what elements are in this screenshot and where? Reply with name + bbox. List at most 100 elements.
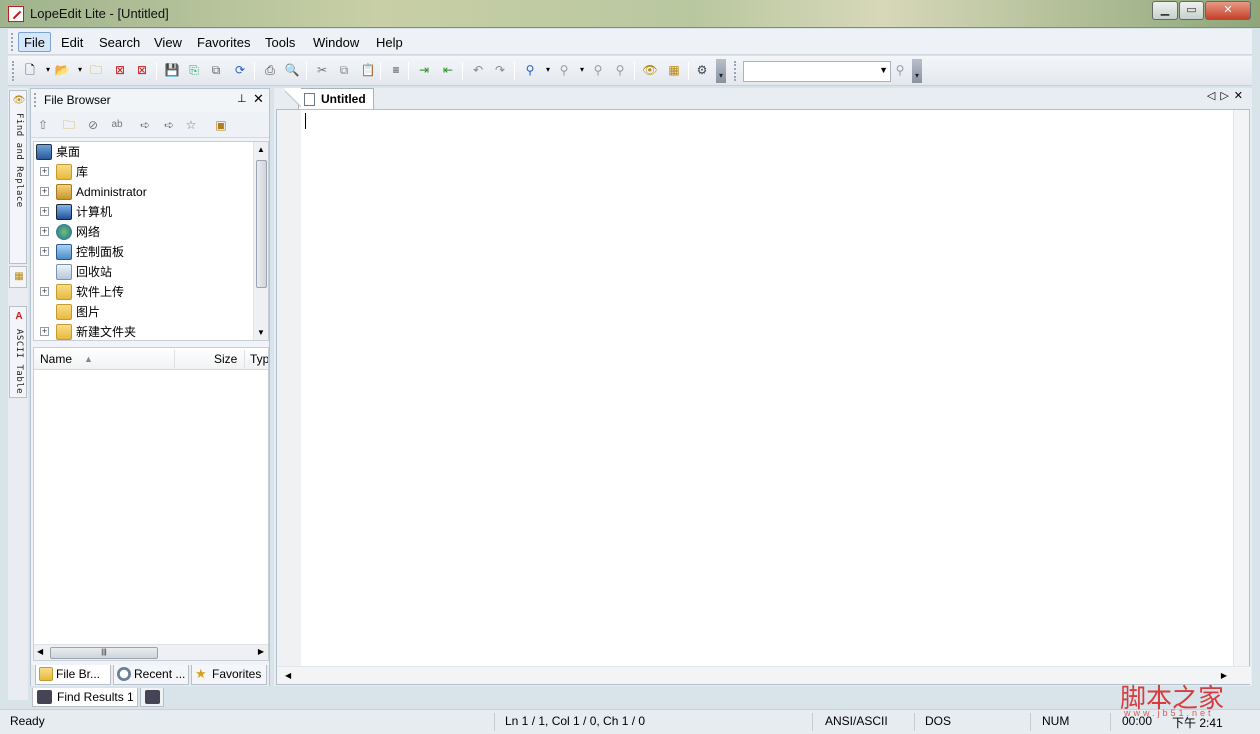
align-icon[interactable]: ≡	[388, 62, 404, 78]
menu-tools[interactable]: Tools	[259, 32, 301, 52]
close-document-icon[interactable]: ✕	[1234, 90, 1248, 102]
forward-icon[interactable]: ➪	[137, 117, 153, 133]
expand-icon[interactable]: +	[40, 287, 49, 296]
file-list-horizontal-scrollbar[interactable]: ◀ ||| ▶	[34, 644, 268, 660]
expand-icon[interactable]: +	[40, 327, 49, 336]
expand-icon[interactable]: +	[40, 207, 49, 216]
menu-search[interactable]: Search	[93, 32, 146, 52]
indent-icon[interactable]: ⇥	[416, 62, 432, 78]
tab-favorites[interactable]: ★ Favorites	[191, 665, 267, 685]
replace-icon[interactable]: ⚲	[612, 62, 628, 78]
find-prev-icon[interactable]: ⚲	[590, 62, 606, 78]
status-encoding[interactable]: ANSI/ASCII	[825, 714, 888, 728]
find-next-icon[interactable]: ⚲	[556, 62, 572, 78]
reload-icon[interactable]: ⟳	[232, 62, 248, 78]
browse-up-icon[interactable]: ⇧	[35, 117, 51, 133]
expand-icon[interactable]: +	[40, 227, 49, 236]
scroll-thumb[interactable]: |||	[50, 647, 158, 659]
column-size[interactable]: Size	[214, 352, 237, 366]
expand-icon[interactable]: +	[40, 167, 49, 176]
tab-output[interactable]	[140, 688, 164, 707]
search-combo[interactable]: ▼	[743, 61, 891, 82]
tree-vertical-scrollbar[interactable]: ▲ ▼	[253, 142, 268, 340]
scroll-right-icon[interactable]: ▶	[258, 647, 264, 656]
tab-recent[interactable]: Recent ...	[113, 665, 189, 685]
find-replace-panel-icon[interactable]: 👁	[642, 62, 658, 78]
expand-icon[interactable]: +	[40, 187, 49, 196]
panel-close-button[interactable]: ✕	[253, 91, 264, 107]
column-type[interactable]: Typ	[250, 352, 268, 366]
tab-next-icon[interactable]: ▷	[1220, 90, 1233, 102]
clock-icon	[117, 667, 131, 681]
toolbar-separator	[514, 62, 515, 80]
cut-icon[interactable]: ✂	[314, 62, 330, 78]
new-file-icon[interactable]: 🗋	[22, 62, 38, 78]
find-dropdown-icon[interactable]: ▾	[540, 62, 556, 78]
tab-prev-icon[interactable]: ◁	[1207, 90, 1220, 102]
toolbar-overflow-icon[interactable]: ▾	[716, 59, 726, 83]
print-icon[interactable]: ⎙	[262, 62, 278, 78]
menu-help[interactable]: Help	[370, 32, 409, 52]
open-file-icon[interactable]: 📂	[54, 62, 70, 78]
save-all-icon[interactable]: ⧉	[208, 62, 224, 78]
copy-icon[interactable]: ⧉	[336, 62, 352, 78]
file-browser-toolbar: ⇧ 🗀 ⊘ ab ➪ ➪ ☆ ▣	[31, 112, 269, 138]
tab-find-results[interactable]: Find Results 1	[32, 688, 138, 707]
menu-window[interactable]: Window	[307, 32, 365, 52]
find-icon[interactable]: ⚲	[522, 62, 538, 78]
delete-icon[interactable]: ⊘	[85, 117, 101, 133]
new-folder-icon[interactable]: 🗀	[61, 117, 77, 133]
restore-button[interactable]: ▭	[1179, 1, 1204, 20]
options-icon[interactable]: ⚙	[694, 62, 710, 78]
save-icon[interactable]: 💾	[164, 62, 180, 78]
text-editor[interactable]: ◀ ▶	[276, 109, 1251, 685]
scroll-left-icon[interactable]: ◀	[285, 671, 291, 680]
menu-favorites[interactable]: Favorites	[191, 32, 256, 52]
column-divider[interactable]	[244, 350, 245, 368]
find-next-dropdown-icon[interactable]: ▾	[574, 62, 590, 78]
menu-edit[interactable]: Edit	[55, 32, 89, 52]
print-preview-icon[interactable]: 🔍	[284, 62, 300, 78]
close-window-button[interactable]: ✕	[1205, 1, 1251, 20]
document-tab-untitled[interactable]: Untitled	[285, 88, 374, 110]
open-folder-icon[interactable]: 🗀	[88, 62, 104, 78]
column-name[interactable]: Name	[40, 352, 72, 366]
search-go-icon[interactable]: ⚲	[892, 62, 908, 78]
ascii-table-icon[interactable]: ▦	[666, 62, 682, 78]
paste-icon[interactable]: 📋	[360, 62, 376, 78]
outdent-icon[interactable]: ⇤	[440, 62, 456, 78]
expand-icon[interactable]: +	[40, 247, 49, 256]
status-line-endings[interactable]: DOS	[925, 714, 951, 728]
tab-ascii-table[interactable]: A ASCII Table	[9, 306, 27, 398]
save-as-icon[interactable]: ⎘	[186, 62, 202, 78]
editor-horizontal-scrollbar[interactable]: ◀ ▶	[277, 666, 1251, 684]
minimize-button[interactable]: ▁	[1152, 1, 1178, 20]
scroll-left-icon[interactable]: ◀	[37, 647, 43, 656]
menu-file[interactable]: File	[18, 32, 51, 52]
tab-binoculars[interactable]: ▦	[9, 266, 27, 288]
open-dropdown-icon[interactable]: ▾	[72, 62, 88, 78]
toolbar2-overflow-icon[interactable]: ▾	[912, 59, 922, 83]
rename-icon[interactable]: ab	[109, 117, 125, 133]
scroll-down-icon[interactable]: ▼	[257, 328, 265, 337]
panel-grip[interactable]	[34, 93, 36, 107]
editor-vertical-scrollbar[interactable]	[1233, 110, 1249, 666]
redo-icon[interactable]: ↷	[492, 62, 508, 78]
open-with-icon[interactable]: ➪	[161, 117, 177, 133]
menubar-grip[interactable]	[11, 33, 14, 51]
pin-icon[interactable]: ⊥	[237, 92, 247, 105]
undo-icon[interactable]: ↶	[470, 62, 486, 78]
scroll-thumb[interactable]	[256, 160, 267, 288]
toolbar-grip[interactable]	[734, 61, 737, 81]
close-all-icon[interactable]: ⊠	[134, 62, 150, 78]
star-icon[interactable]: ☆	[183, 117, 199, 133]
properties-icon[interactable]: ▣	[213, 117, 229, 133]
close-file-icon[interactable]: ⊠	[112, 62, 128, 78]
column-divider[interactable]	[174, 350, 175, 368]
menu-view[interactable]: View	[148, 32, 188, 52]
tab-file-browser[interactable]: File Br...	[35, 665, 111, 685]
tab-find-and-replace[interactable]: 👁 Find and Replace	[9, 90, 27, 264]
scroll-up-icon[interactable]: ▲	[257, 145, 265, 154]
toolbar-grip[interactable]	[12, 61, 15, 81]
chevron-down-icon[interactable]: ▼	[879, 65, 888, 75]
